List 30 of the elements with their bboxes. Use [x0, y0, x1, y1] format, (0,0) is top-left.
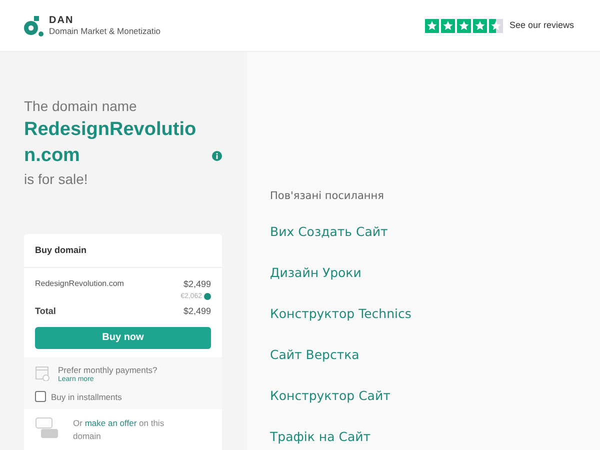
sale-text: is for sale! [24, 170, 89, 189]
info-icon [212, 151, 222, 161]
calendar-icon [35, 364, 50, 380]
info-icon [204, 293, 211, 300]
domain-item: RedesignRevolution.com [35, 278, 124, 290]
price: $2,499 [183, 278, 211, 291]
intro-text: The domain name [24, 97, 138, 116]
related-link[interactable]: Сайт Верстка [270, 346, 600, 364]
related-title: Пов'язані посилання [270, 189, 385, 204]
related-link[interactable]: Трафік на Сайт [270, 428, 600, 446]
chat-icon [35, 417, 59, 440]
logo-subtitle: Domain Market & Monetizatio [49, 26, 160, 36]
logo-icon [22, 14, 44, 36]
buy-now-button[interactable]: Buy now [35, 326, 211, 348]
make-offer-link[interactable]: make an offer [84, 418, 137, 428]
total-label: Total [35, 305, 56, 318]
total-price: $2,499 [183, 305, 211, 318]
installments-label: Buy in installments [51, 390, 122, 404]
monthly-prompt: Prefer monthly payments? [58, 364, 158, 374]
reviews-link[interactable]: See our reviews [509, 18, 574, 32]
logo-text: DAN [49, 14, 75, 26]
card-title: Buy domain [35, 244, 87, 257]
rating-badge-icon [425, 18, 504, 32]
offer-text: Or make an offer on this domain [73, 417, 166, 444]
domain-name: RedesignRevolution.com [24, 118, 198, 168]
installments-checkbox[interactable] [35, 391, 46, 402]
related-link[interactable]: Вих Создать Сайт [270, 222, 600, 241]
related-link[interactable]: Конструктор Сайт [270, 386, 600, 405]
related-link[interactable]: Конструктор Technics [270, 304, 600, 323]
related-link[interactable]: Дизайн Уроки [270, 264, 600, 282]
